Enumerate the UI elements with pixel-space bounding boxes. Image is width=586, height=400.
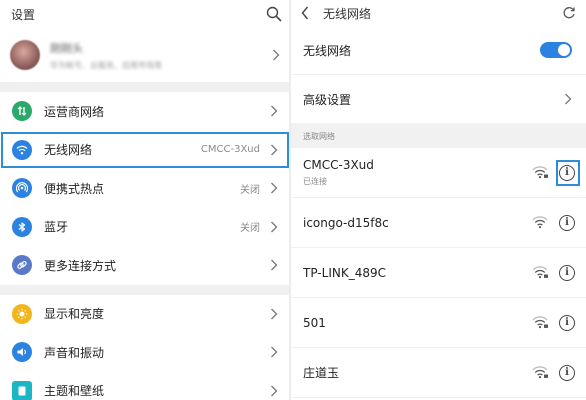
settings-item-bluetooth[interactable]: 蓝牙 关闭: [0, 208, 290, 247]
settings-item-label: 声音和振动: [44, 345, 105, 360]
wifi-signal-icon: [532, 263, 548, 282]
search-icon[interactable]: [266, 6, 282, 22]
settings-item-label: 无线网络: [44, 143, 93, 158]
chevron-right-icon: [271, 385, 278, 397]
wifi-signal-icon: [532, 163, 548, 182]
link-icon: [12, 255, 32, 276]
avatar: [10, 40, 40, 70]
settings-item-label: 便携式热点: [44, 181, 105, 196]
chevron-right-icon: [565, 93, 572, 105]
theme-icon: [12, 380, 32, 400]
info-icon[interactable]: i: [559, 264, 575, 281]
settings-item-value: CMCC-3Xud: [200, 144, 260, 156]
chevron-right-icon: [271, 346, 278, 358]
sound-icon: [12, 342, 32, 363]
hotspot-icon: [12, 178, 32, 199]
settings-header: 设置: [0, 0, 290, 28]
chevron-right-icon: [271, 144, 278, 156]
profile-subtitle: 华为帐号、云服务、应用市场等: [50, 60, 162, 70]
wifi-network-row[interactable]: TP-LINK_489C i: [291, 248, 586, 298]
profile-name: 刚刚头: [50, 41, 83, 55]
chevron-right-icon: [271, 182, 278, 194]
wifi-signal-icon: [532, 363, 548, 382]
advanced-settings-label: 高级设置: [303, 92, 352, 107]
chevron-right-icon: [273, 49, 280, 61]
settings-item-label: 运营商网络: [44, 104, 105, 119]
bluetooth-icon: [12, 216, 32, 237]
settings-item-sound[interactable]: 声音和振动: [0, 333, 290, 372]
chevron-right-icon: [271, 259, 278, 271]
refresh-icon[interactable]: [562, 6, 576, 20]
wifi-network-row[interactable]: 501 i: [291, 298, 586, 348]
wifi-network-row[interactable]: 庄道玉 i: [291, 348, 586, 398]
wifi-panel: 无线网络 无线网络 高级设置 选取网络 CMCC-3Xud 已连接 i icongo-…: [291, 0, 586, 400]
info-icon[interactable]: i: [559, 164, 575, 181]
settings-item-mobile-network[interactable]: 运营商网络: [0, 92, 290, 131]
page-title: 设置: [11, 7, 36, 22]
page-title: 无线网络: [323, 6, 372, 21]
settings-item-label: 主题和壁纸: [44, 384, 105, 399]
info-icon[interactable]: i: [559, 314, 575, 331]
advanced-settings-row[interactable]: 高级设置: [291, 75, 586, 124]
settings-item-value: 关闭: [240, 184, 260, 196]
wifi-icon: [12, 139, 32, 160]
info-icon[interactable]: i: [559, 214, 575, 231]
settings-item-wifi[interactable]: 无线网络 CMCC-3Xud: [0, 131, 290, 170]
settings-item-label: 显示和亮度: [44, 307, 105, 322]
settings-panel: 设置 刚刚头 华为帐号、云服务、应用市场等 运营商网络无线网络 CMCC-3Xud…: [0, 0, 290, 400]
wifi-network-row[interactable]: icongo-d15f8c i: [291, 198, 586, 248]
settings-item-brightness[interactable]: 显示和亮度: [0, 295, 290, 334]
chevron-right-icon: [271, 105, 278, 117]
wifi-network-row[interactable]: CMCC-3Xud 已连接 i: [291, 148, 586, 198]
settings-item-label: 蓝牙: [44, 220, 69, 235]
network-section-header: 选取网络: [291, 124, 586, 148]
wifi-toggle-row[interactable]: 无线网络: [291, 26, 586, 75]
back-icon[interactable]: [301, 6, 309, 20]
info-icon[interactable]: i: [559, 364, 575, 381]
wifi-toggle[interactable]: [540, 42, 572, 58]
chevron-right-icon: [271, 308, 278, 320]
wifi-signal-icon: [532, 313, 548, 332]
section-divider: [0, 284, 290, 295]
section-divider: [0, 82, 290, 92]
settings-item-value: 关闭: [240, 223, 260, 235]
profile-text: 刚刚头 华为帐号、云服务、应用市场等: [50, 40, 280, 71]
account-profile[interactable]: 刚刚头 华为帐号、云服务、应用市场等: [0, 28, 290, 82]
mobile-network-icon: [12, 101, 32, 122]
settings-item-theme[interactable]: 主题和壁纸: [0, 372, 290, 400]
wifi-toggle-label: 无线网络: [303, 43, 352, 58]
wifi-header: 无线网络: [291, 0, 586, 26]
settings-item-hotspot[interactable]: 便携式热点 关闭: [0, 169, 290, 208]
settings-item-link[interactable]: 更多连接方式: [0, 246, 290, 285]
brightness-icon: [12, 303, 32, 324]
settings-item-label: 更多连接方式: [44, 258, 117, 273]
chevron-right-icon: [271, 221, 278, 233]
wifi-signal-icon: [532, 213, 548, 232]
